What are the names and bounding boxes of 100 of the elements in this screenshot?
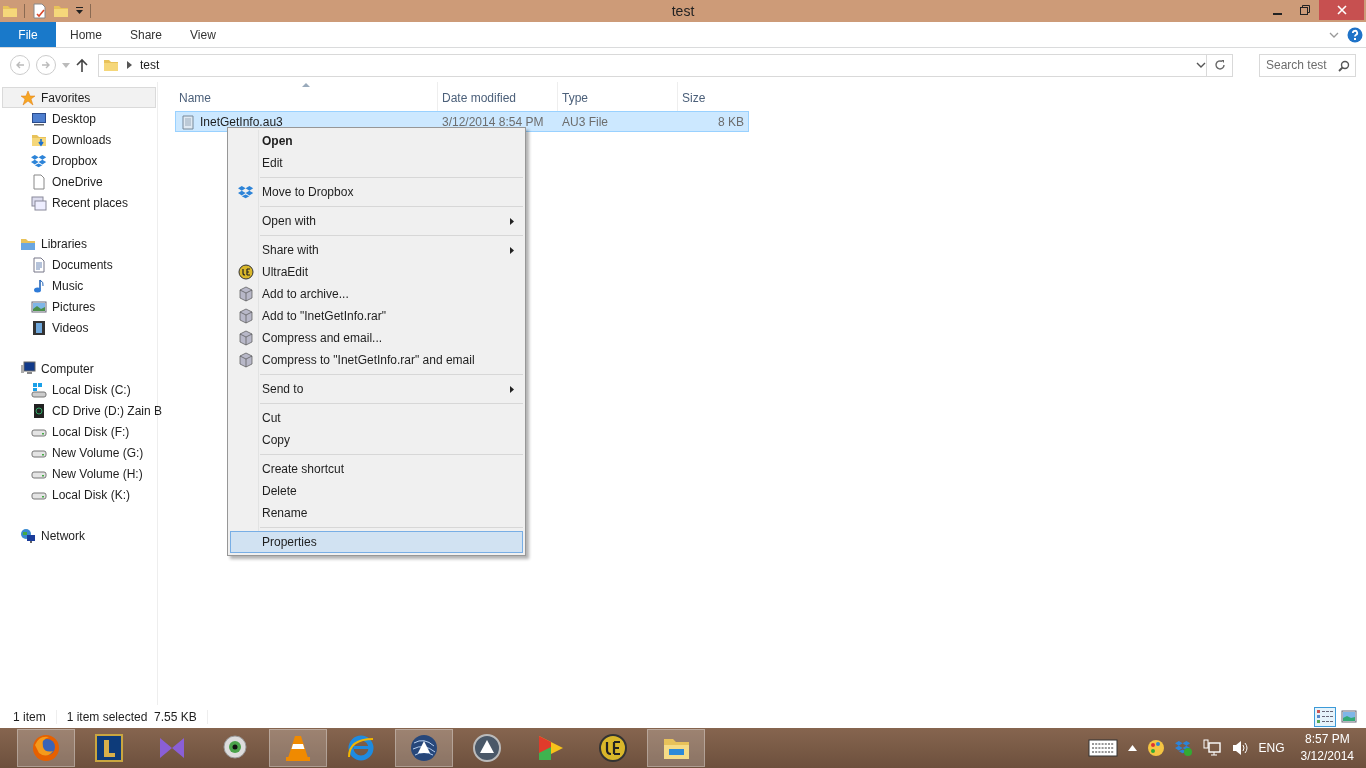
nav-item-label[interactable]: OneDrive: [52, 174, 103, 189]
refresh-icon: [1213, 59, 1226, 71]
menu-item[interactable]: Create shortcut: [230, 458, 523, 480]
submenu-arrow-icon: [510, 217, 514, 225]
refresh-button[interactable]: [1207, 53, 1233, 77]
selection-info: 1 item selected 7.55 KB: [66, 709, 208, 724]
disc-case-icon: [31, 402, 47, 419]
column-header[interactable]: Name: [175, 82, 437, 111]
menu-item[interactable]: Cut: [230, 407, 523, 429]
show-hidden-icons-icon[interactable]: [1127, 745, 1137, 751]
file-icon: [31, 173, 47, 190]
properties-document-icon[interactable]: [31, 3, 47, 19]
nav-item-label[interactable]: Local Disk (K:): [52, 487, 131, 502]
nav-pane-item[interactable]: Favorites: [2, 87, 156, 108]
network-icon: [20, 527, 36, 544]
ribbon-tab[interactable]: Share: [116, 22, 177, 47]
taskbar-button[interactable]: [269, 729, 327, 767]
dropbox-icon: [31, 152, 47, 169]
stacked-books-icon: [238, 308, 254, 324]
nav-item-label[interactable]: Downloads: [52, 132, 112, 147]
recent-places-icon: [31, 194, 47, 211]
menu-item[interactable]: Open: [230, 130, 523, 152]
file-name: InetGetInfo.au3: [200, 114, 283, 129]
clock-date: 3/12/2014: [1300, 748, 1354, 765]
nav-item-label[interactable]: Documents: [52, 257, 113, 272]
menu-item[interactable]: Delete: [230, 480, 523, 502]
stacked-books-icon: [238, 330, 254, 346]
drive-icon: [31, 381, 47, 398]
menu-item[interactable]: Compress and email...: [230, 327, 523, 349]
nav-item-label[interactable]: CD Drive (D:) Zain B: [52, 403, 162, 418]
search-field[interactable]: Search test: [1259, 53, 1356, 77]
nav-item-label[interactable]: Desktop: [52, 111, 97, 126]
network-monitor-icon[interactable]: [1202, 739, 1221, 757]
breadcrumb[interactable]: test: [140, 58, 1188, 72]
menu-item[interactable]: Send to: [230, 378, 523, 400]
ribbon-tab[interactable]: Home: [56, 22, 116, 47]
nav-item-label[interactable]: Network: [41, 528, 85, 543]
nav-item-label[interactable]: Videos: [52, 320, 89, 335]
nav-item-label[interactable]: Local Disk (C:): [52, 382, 131, 397]
menu-item[interactable]: Edit: [230, 152, 523, 174]
nav-item-label[interactable]: Music: [52, 278, 84, 293]
palette-icon[interactable]: [1146, 739, 1165, 757]
volume-icon[interactable]: [1230, 739, 1249, 757]
nav-item-label[interactable]: New Volume (G:): [52, 445, 144, 460]
help-icon[interactable]: [1347, 26, 1363, 43]
file-tab[interactable]: File: [0, 22, 56, 47]
menu-item[interactable]: Open with: [230, 210, 523, 232]
music-note-icon: [31, 277, 47, 294]
keyboard-icon[interactable]: [1087, 739, 1118, 757]
picture-icon: [1341, 709, 1357, 724]
customize-dropdown-icon[interactable]: [75, 6, 84, 16]
menu-item[interactable]: Rename: [230, 502, 523, 524]
menu-item[interactable]: UltraEdit: [230, 261, 523, 283]
details-view-button[interactable]: [1314, 706, 1336, 727]
nav-item-label[interactable]: Local Disk (F:): [52, 424, 130, 439]
details-view-icon: [1317, 709, 1333, 724]
clock-time: 8:57 PM: [1304, 731, 1350, 748]
letter-ue-icon: [238, 264, 254, 280]
nav-item-label[interactable]: New Volume (H:): [52, 466, 143, 481]
breadcrumb-chevron-icon[interactable]: [127, 61, 132, 69]
submenu-arrow-icon: [510, 385, 514, 393]
menu-item[interactable]: Add to archive...: [230, 283, 523, 305]
window-title: test: [670, 3, 696, 19]
expand-ribbon-icon[interactable]: [1329, 30, 1339, 39]
address-dropdown-icon[interactable]: [1196, 62, 1206, 68]
computer-icon: [20, 360, 36, 377]
menu-item[interactable]: Share with: [230, 239, 523, 261]
nav-item-label[interactable]: Dropbox: [52, 153, 98, 168]
nav-item-label[interactable]: Libraries: [41, 236, 88, 251]
table-cell-text: 8 KB: [717, 114, 745, 129]
search-icon[interactable]: [1338, 59, 1350, 72]
nav-item-label[interactable]: Computer: [41, 361, 94, 376]
picture-icon: [31, 298, 47, 315]
taskbar-button[interactable]: [395, 729, 453, 767]
ribbon-tab[interactable]: View: [176, 22, 230, 47]
up-arrow-icon[interactable]: [76, 58, 88, 72]
dropbox-icon: [238, 184, 254, 200]
item-count: 1 item: [13, 709, 57, 724]
nav-item-label[interactable]: Favorites: [41, 90, 91, 105]
table-cell-text: AU3 File: [561, 114, 609, 129]
striped-sphere-icon: [409, 733, 439, 763]
menu-item[interactable]: Properties: [230, 531, 523, 553]
menu-item[interactable]: Copy: [230, 429, 523, 451]
film-icon: [31, 319, 47, 336]
table-cell-text: 3/12/2014 8:54 PM: [441, 114, 545, 129]
menu-item[interactable]: Move to Dropbox: [230, 181, 523, 203]
stacked-books-icon: [238, 286, 254, 302]
browser-globe-icon: [31, 733, 61, 763]
document-icon: [31, 256, 47, 273]
nav-item-label[interactable]: Pictures: [52, 299, 96, 314]
restore-icon: [1300, 5, 1310, 15]
sort-ascending-icon: [302, 83, 310, 87]
menu-item[interactable]: Compress to "InetGetInfo.rar" and email: [230, 349, 523, 371]
address-bar[interactable]: test: [98, 53, 1207, 77]
nav-item-label[interactable]: Recent places: [52, 195, 129, 210]
letter-ue-icon: [598, 733, 628, 763]
letter-l-tile-icon: [94, 733, 124, 763]
menu-item[interactable]: Add to "InetGetInfo.rar": [230, 305, 523, 327]
language-indicator[interactable]: ENG: [1258, 741, 1285, 755]
monitor-icon: [31, 110, 47, 127]
